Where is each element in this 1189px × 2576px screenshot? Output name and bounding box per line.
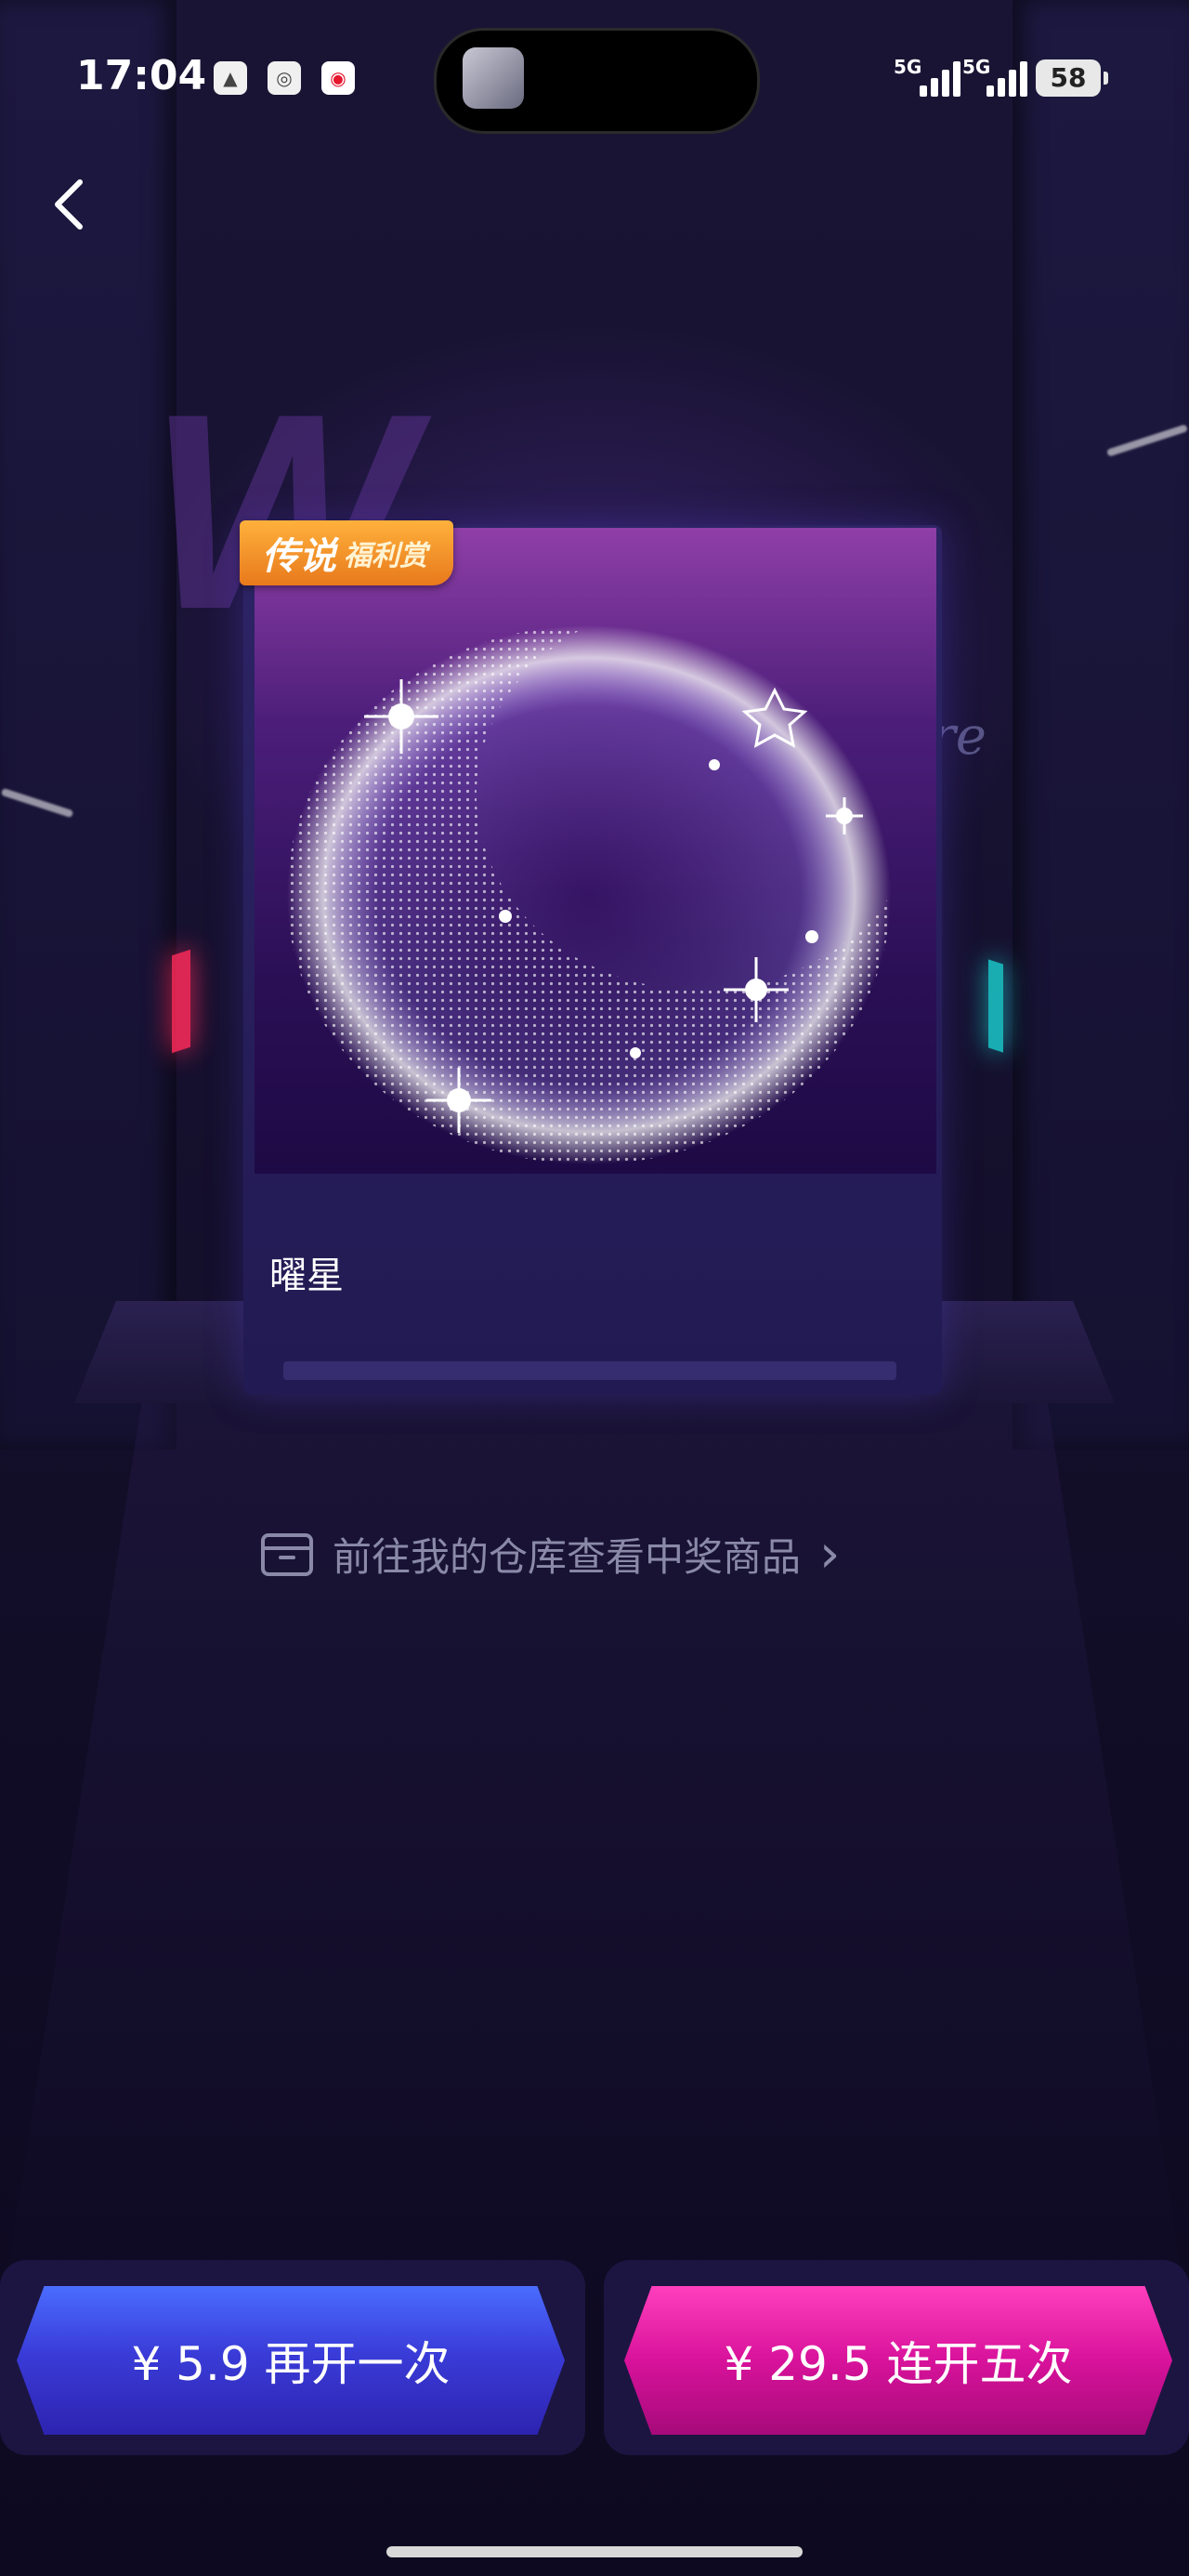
open-again-button[interactable]: ¥ 5.9 再开一次 [17,2286,565,2435]
open-five-label: ¥ 29.5 连开五次 [724,2337,1073,2391]
chevron-left-icon [55,179,83,230]
back-button[interactable] [35,167,110,242]
chevron-right-icon: › [819,1524,841,1584]
warehouse-link[interactable]: 前往我的仓库查看中奖商品 › [260,1524,840,1584]
dynamic-island [434,28,760,134]
notification-app-icon: ◎ [268,61,301,95]
notification-app-icon: ▲ [214,61,247,95]
battery-indicator: 58 [1036,59,1108,97]
neon-light-cyan [988,959,1003,1053]
open-again-label: ¥ 5.9 再开一次 [131,2337,451,2391]
corridor-right [1013,0,1189,1450]
status-bar: 17:04 ▲ ◎ ◉ 5G 5G 58 [0,0,1189,158]
home-indicator[interactable] [386,2546,803,2557]
island-avatar [463,47,524,109]
weibo-icon: ◉ [321,61,355,95]
card-base-tab [283,1361,896,1380]
neon-light-red [172,949,190,1054]
box-icon [261,1532,313,1576]
badge-sub-text: 福利赏 [344,540,427,572]
sparkle-sphere-image [287,625,891,1164]
badge-main-text: 传说 [262,535,336,578]
status-time: 17:04 [76,52,207,99]
prize-image [255,528,936,1174]
legendary-badge: 传说 福利赏 [240,520,453,585]
network-type-1: 5G [894,56,922,78]
signal-bars-icon [986,58,1039,97]
open-five-button[interactable]: ¥ 29.5 连开五次 [624,2286,1172,2435]
warehouse-link-text: 前往我的仓库查看中奖商品 [333,1534,802,1580]
prize-name: 曜星 [269,1255,344,1297]
